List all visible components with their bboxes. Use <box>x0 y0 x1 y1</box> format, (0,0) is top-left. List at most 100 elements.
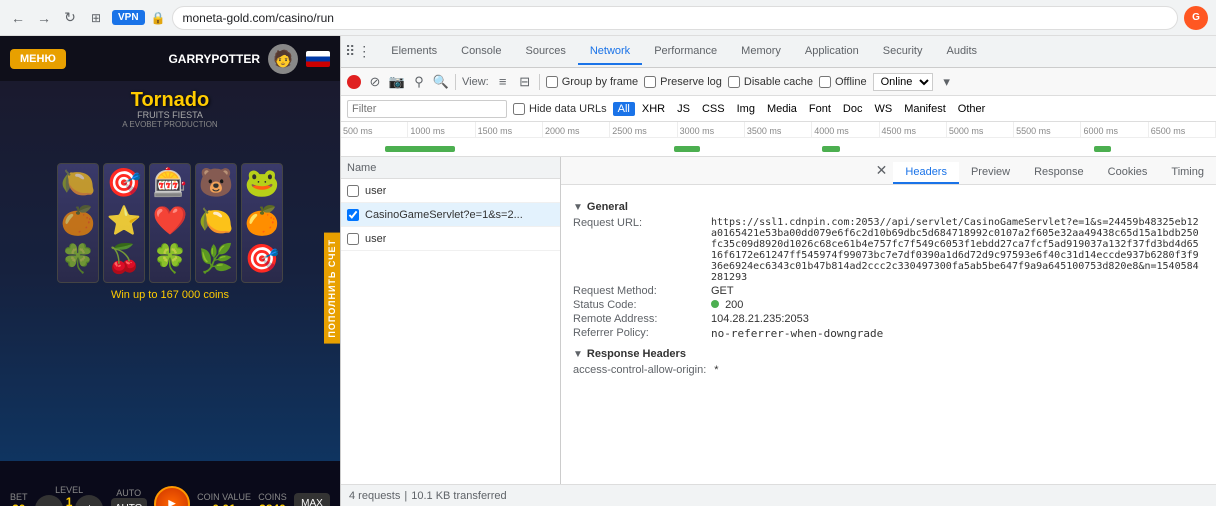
detail-tab-timing[interactable]: Timing <box>1159 162 1216 184</box>
tab-sources[interactable]: Sources <box>513 39 577 65</box>
detail-tab-preview[interactable]: Preview <box>959 162 1022 184</box>
tab-console[interactable]: Console <box>449 39 513 65</box>
transferred-size: 10.1 KB transferred <box>411 490 506 502</box>
filter-xhr[interactable]: XHR <box>637 102 670 116</box>
back-button[interactable]: ← <box>8 8 28 28</box>
referrer-policy-value: no-referrer-when-downgrade <box>711 327 883 340</box>
filter-manifest[interactable]: Manifest <box>899 102 951 116</box>
user-area: GARRYPOTTER 🧑 <box>168 44 330 74</box>
hide-data-urls-group[interactable]: Hide data URLs <box>513 103 607 115</box>
tab-application[interactable]: Application <box>793 39 871 65</box>
timeline-bar-1 <box>385 146 455 152</box>
filter-css[interactable]: CSS <box>697 102 730 116</box>
response-headers-section-title: ▼ Response Headers <box>573 348 1204 360</box>
disable-cache-checkbox-group[interactable]: Disable cache <box>728 76 813 88</box>
filter-font[interactable]: Font <box>804 102 836 116</box>
screenshot-view-button[interactable]: ⊟ <box>517 74 533 90</box>
max-stat: MAX <box>294 493 330 506</box>
menu-button[interactable]: МЕНЮ <box>10 49 66 69</box>
forward-button[interactable]: → <box>34 8 54 28</box>
game-content: Tornado FRUITS FIESTA A EVOBET PRODUCTIO… <box>0 81 340 461</box>
filter-other[interactable]: Other <box>953 102 991 116</box>
timeline-bar-3 <box>822 146 840 152</box>
detail-tab-headers[interactable]: Headers <box>893 162 959 184</box>
hide-data-urls-checkbox[interactable] <box>513 103 525 115</box>
tab-network[interactable]: Network <box>578 39 642 65</box>
filter-ws[interactable]: WS <box>869 102 897 116</box>
tab-security[interactable]: Security <box>871 39 935 65</box>
disable-cache-checkbox[interactable] <box>728 76 740 88</box>
devtools: ⠿ ⋮ Elements Console Sources Network Per… <box>340 36 1216 506</box>
camera-button[interactable]: 📷 <box>389 74 405 90</box>
req-name-1: CasinoGameServlet?e=1&s=2... <box>365 209 523 221</box>
request-item-2[interactable]: user <box>341 227 560 251</box>
t-mark-3: 2000 ms <box>543 122 610 137</box>
detail-tab-response[interactable]: Response <box>1022 162 1096 184</box>
request-method-value: GET <box>711 285 734 297</box>
level-plus-button[interactable]: + <box>75 495 103 506</box>
coins-value: 3840 <box>259 502 286 506</box>
filter-media[interactable]: Media <box>762 102 802 116</box>
search-button[interactable]: 🔍 <box>433 74 449 90</box>
request-item-0[interactable]: user <box>341 179 560 203</box>
record-button[interactable] <box>347 75 361 89</box>
offline-checkbox[interactable] <box>819 76 831 88</box>
detail-close-button[interactable]: ✕ <box>876 162 888 179</box>
response-headers-label: Response Headers <box>587 348 686 360</box>
response-headers-toggle[interactable]: ▼ <box>573 349 583 360</box>
request-method-row: Request Method: GET <box>573 285 1204 297</box>
detail-content: ▼ General Request URL: https://ssl1.cdnp… <box>561 185 1216 484</box>
devtools-tabs: ⠿ ⋮ Elements Console Sources Network Per… <box>341 36 1216 68</box>
preserve-log-checkbox-group[interactable]: Preserve log <box>644 76 722 88</box>
request-url-value[interactable]: https://ssl1.cdnpin.com:2053//api/servle… <box>711 217 1204 283</box>
group-frame-checkbox-group[interactable]: Group by frame <box>546 76 638 88</box>
req-checkbox-2[interactable] <box>347 233 359 245</box>
refresh-button[interactable]: ↻ <box>60 8 80 28</box>
fill-account-label[interactable]: ПОПОЛНИТЬ СЧЕТ <box>324 233 340 344</box>
tab-elements[interactable]: Elements <box>379 39 449 65</box>
t-mark-9: 5000 ms <box>947 122 1014 137</box>
t-mark-4: 2500 ms <box>610 122 677 137</box>
offline-checkbox-group[interactable]: Offline <box>819 76 867 88</box>
throttle-select[interactable]: Online <box>873 73 933 91</box>
more-options-button[interactable]: ▾ <box>939 74 955 90</box>
filter-img[interactable]: Img <box>732 102 760 116</box>
filter-toggle-button[interactable]: ⚲ <box>411 74 427 90</box>
preserve-log-checkbox[interactable] <box>644 76 656 88</box>
tab-audits[interactable]: Audits <box>934 39 989 65</box>
tabs-button[interactable]: ⊞ <box>86 8 106 28</box>
bet-value: 20 <box>12 502 25 506</box>
tab-performance[interactable]: Performance <box>642 39 729 65</box>
t-mark-2: 1500 ms <box>476 122 543 137</box>
detail-tab-cookies[interactable]: Cookies <box>1096 162 1160 184</box>
coin-val-value: 0.01 <box>212 502 235 506</box>
level-minus-button[interactable]: - <box>35 495 63 506</box>
filter-all[interactable]: All <box>613 102 635 116</box>
remote-address-row: Remote Address: 104.28.21.235:2053 <box>573 313 1204 325</box>
level-stat: LEVEL - 1 + <box>35 485 104 506</box>
filter-input[interactable] <box>347 100 507 118</box>
status-code-text: 200 <box>725 299 743 311</box>
view-label: View: <box>462 76 489 88</box>
devtools-options-icon[interactable]: ⋮ <box>357 43 371 60</box>
filter-js[interactable]: JS <box>672 102 695 116</box>
general-toggle[interactable]: ▼ <box>573 202 583 213</box>
clear-button[interactable]: ⊘ <box>367 74 383 90</box>
request-item-1[interactable]: CasinoGameServlet?e=1&s=2... <box>341 203 560 227</box>
request-list: Name user CasinoGameServlet?e=1&s=2... u… <box>341 157 561 484</box>
tab-memory[interactable]: Memory <box>729 39 793 65</box>
address-bar[interactable]: moneta-gold.com/casino/run <box>172 6 1178 30</box>
filter-doc[interactable]: Doc <box>838 102 868 116</box>
list-view-button[interactable]: ≡ <box>495 74 511 90</box>
auto-button[interactable]: AUTO <box>111 498 147 506</box>
req-name-2: user <box>365 233 386 245</box>
max-button[interactable]: MAX <box>294 493 330 506</box>
spin-button[interactable]: ▶ <box>154 486 190 506</box>
game-bottom: BET 20 LEVEL - 1 + AUTO AUTO ▶ <box>0 461 340 506</box>
coins-label: COINS <box>258 492 287 502</box>
group-frame-checkbox[interactable] <box>546 76 558 88</box>
req-checkbox-0[interactable] <box>347 185 359 197</box>
req-checkbox-1[interactable] <box>347 209 359 221</box>
devtools-drag-icon[interactable]: ⠿ <box>345 43 355 60</box>
reel-1: 🍋 🍊 🍀 <box>57 163 99 283</box>
